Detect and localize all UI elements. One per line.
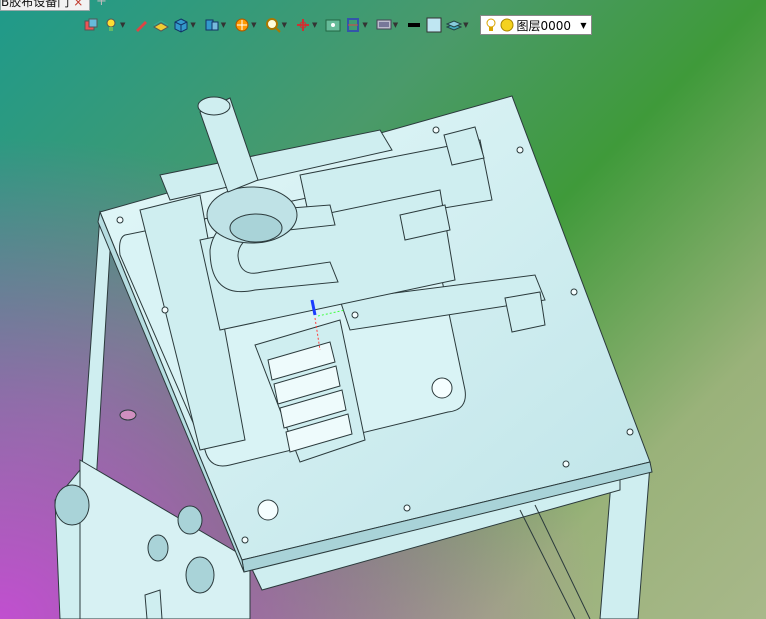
axis-icon[interactable]: ▼ [294,15,322,35]
3d-viewport[interactable] [0,0,766,619]
dropdown-arrow-icon[interactable]: ▼ [580,21,586,30]
monitor-icon[interactable]: ▼ [375,15,403,35]
layer-selector[interactable]: 图层0000 ▼ [479,15,592,35]
photo-icon[interactable] [324,15,342,35]
light-bulb-icon[interactable]: ▼ [102,15,130,35]
layer-color-icon [500,18,514,32]
fill-color-icon[interactable] [425,15,443,35]
add-tab-button[interactable]: + [96,0,107,9]
surface-icon[interactable] [152,15,170,35]
cube-icon[interactable]: ▼ [172,15,200,35]
layers-icon[interactable]: ▼ [445,15,473,35]
line-style-icon[interactable] [405,15,423,35]
document-tab-title: B胶布设备门 [1,0,70,9]
light-bulb-icon [486,18,496,31]
layer-name: 图层0000 [516,18,572,33]
close-tab-icon[interactable]: × [73,0,83,9]
select-icon[interactable] [82,15,100,35]
section-icon[interactable]: ▼ [344,15,372,35]
render-sphere-icon[interactable]: ▼ [233,15,261,35]
assembly-icon[interactable]: ▼ [203,15,231,35]
frame-left-leg [79,214,113,501]
view-toolbar: ▼ ▼ ▼ ▼ ▼ ▼ ▼ ▼ ▼ 图层0000 ▼ [82,14,592,36]
foot [54,484,90,526]
pencil-icon[interactable] [132,15,150,35]
zoom-icon[interactable]: ▼ [264,15,292,35]
box-right [504,291,546,333]
valve-fitting [177,505,203,535]
cad-model[interactable] [0,0,766,619]
document-tab[interactable]: B胶布设备门 × [0,0,91,11]
